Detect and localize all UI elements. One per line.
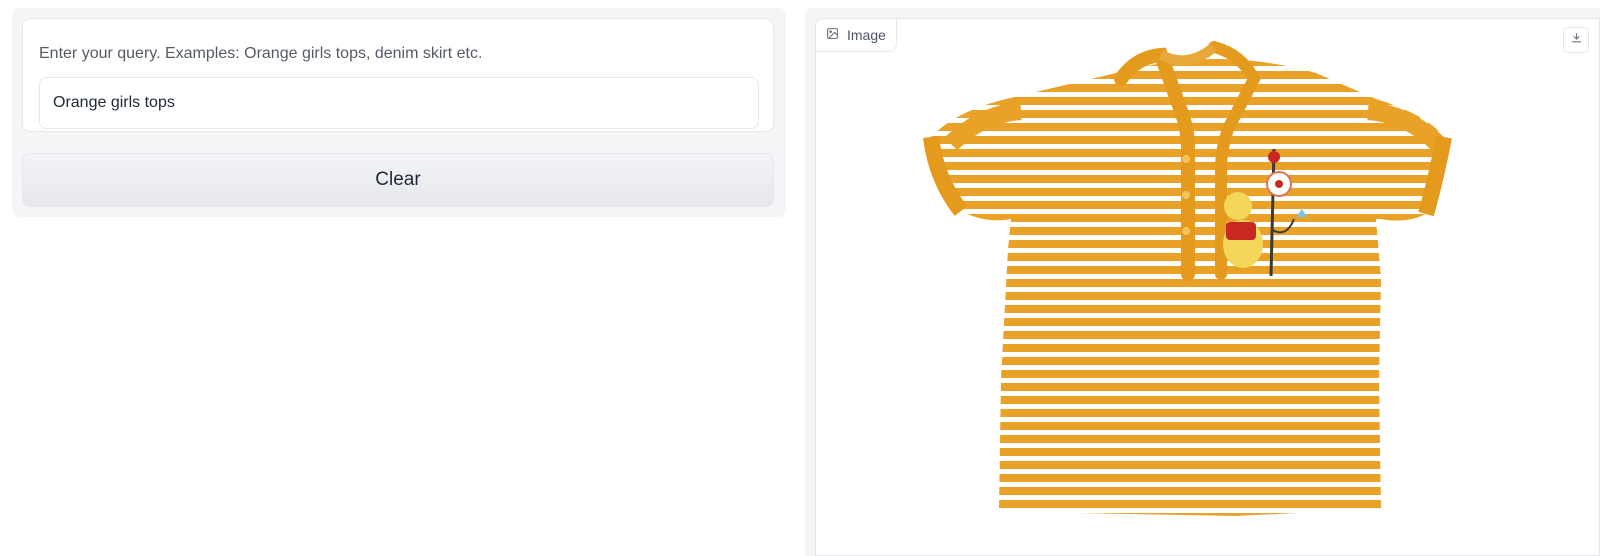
download-button[interactable] (1563, 27, 1589, 53)
query-input[interactable] (39, 77, 759, 129)
shirt (923, 41, 1452, 516)
image-tag: Image (816, 19, 897, 52)
query-block: Enter your query. Examples: Orange girls… (22, 18, 774, 132)
image-tag-label: Image (847, 27, 886, 43)
query-label: Enter your query. Examples: Orange girls… (39, 45, 483, 62)
image-output: Image (815, 18, 1600, 556)
app-root: Enter your query. Examples: Orange girls… (0, 0, 1600, 556)
input-panel: Enter your query. Examples: Orange girls… (12, 8, 786, 217)
image-icon (826, 27, 839, 43)
output-panel: Image (805, 8, 1600, 556)
clear-button[interactable]: Clear (22, 153, 774, 207)
download-icon (1570, 31, 1583, 49)
product-image (923, 41, 1452, 516)
